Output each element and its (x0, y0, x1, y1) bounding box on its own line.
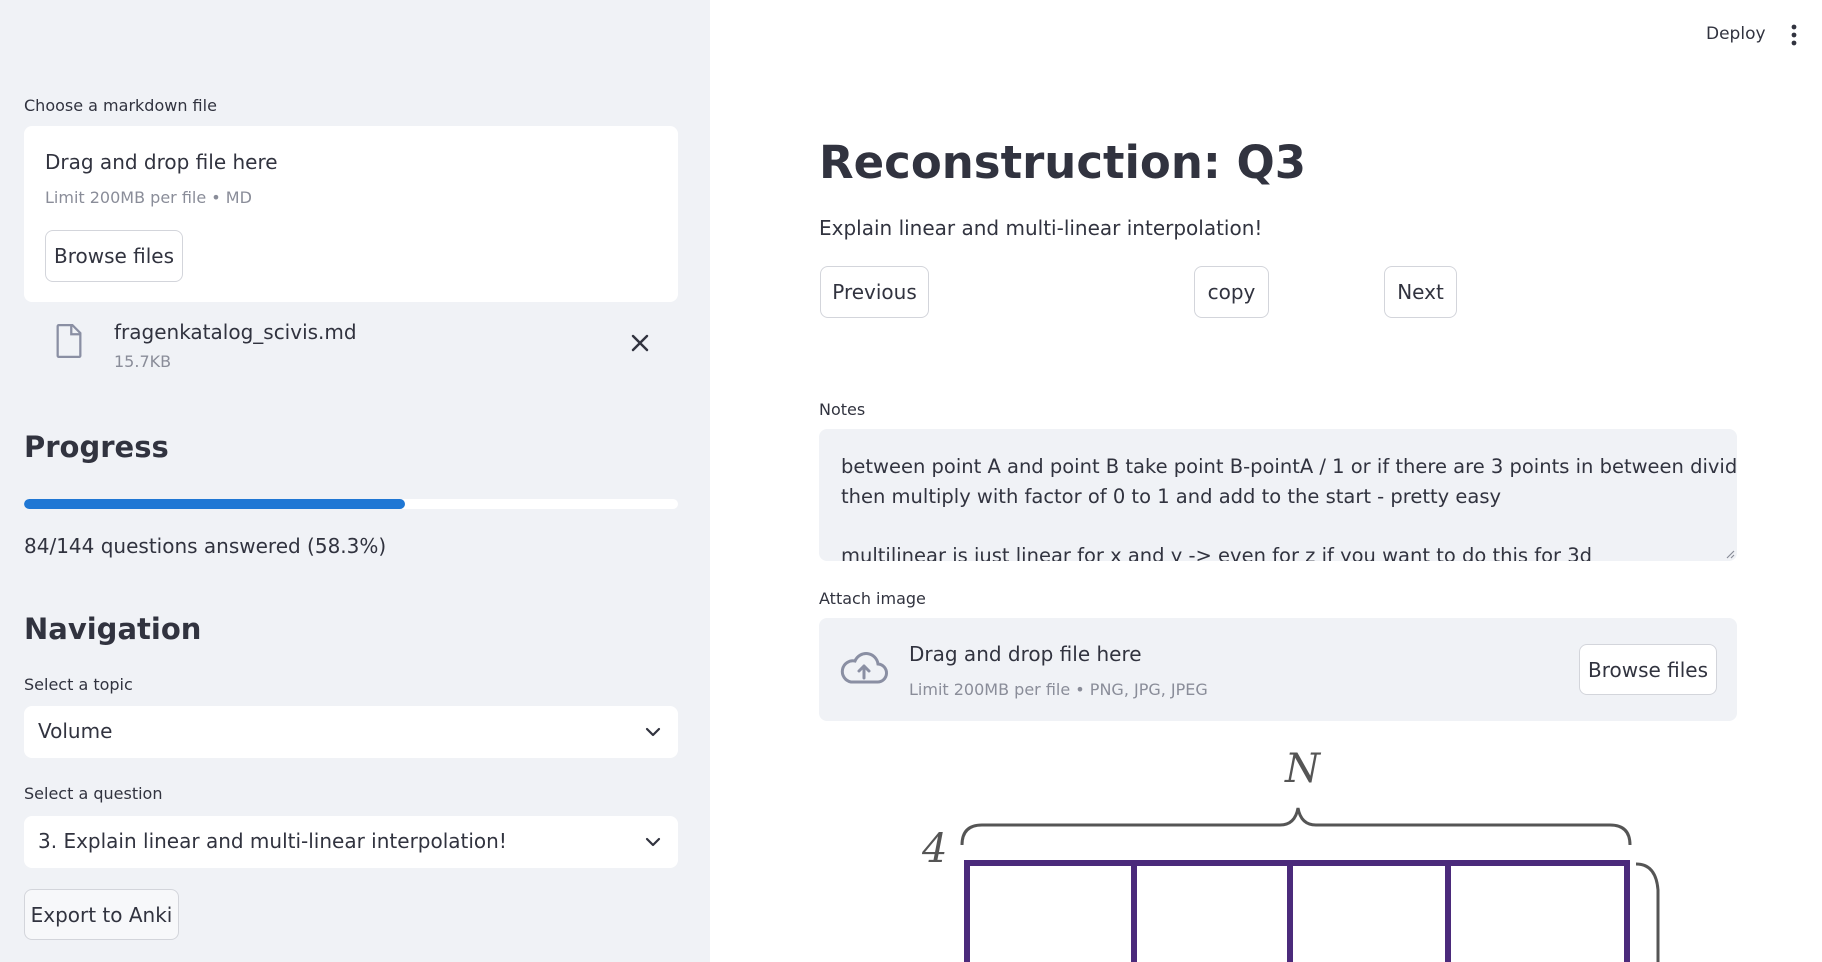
file-icon (56, 324, 82, 358)
close-icon[interactable] (629, 332, 651, 354)
page-title: Reconstruction: Q3 (819, 136, 1307, 189)
topic-select-value: Volume (38, 719, 113, 743)
progress-bar-fill (24, 499, 406, 509)
notes-line: multilinear is just linear for x and y -… (841, 544, 1593, 561)
topic-select-label: Select a topic (24, 675, 133, 694)
next-button[interactable]: Next (1384, 266, 1457, 318)
uploaded-file-row: fragenkatalog_scivis.md 15.7KB (24, 312, 678, 378)
previous-button[interactable]: Previous (820, 266, 929, 318)
dropzone-title: Drag and drop file here (45, 150, 278, 174)
markdown-dropzone[interactable]: Drag and drop file here Limit 200MB per … (24, 126, 678, 302)
deploy-button[interactable]: Deploy (1706, 24, 1766, 44)
uploaded-file-name: fragenkatalog_scivis.md (114, 320, 357, 344)
figure-label-4: 4 (921, 826, 947, 872)
question-select[interactable]: 3. Explain linear and multi-linear inter… (24, 816, 678, 868)
question-select-label: Select a question (24, 784, 163, 803)
topic-select[interactable]: Volume (24, 706, 678, 758)
notes-line: then multiply with factor of 0 to 1 and … (841, 485, 1502, 508)
cloud-upload-icon (840, 652, 888, 684)
notes-label: Notes (819, 400, 866, 419)
progress-heading: Progress (24, 430, 169, 464)
uploaded-file-size: 15.7KB (114, 352, 172, 371)
browse-files-button[interactable]: Browse files (45, 230, 183, 282)
chevron-down-icon (645, 837, 661, 847)
markdown-uploader-label: Choose a markdown file (24, 96, 217, 115)
sidebar: Choose a markdown file Drag and drop fil… (0, 0, 710, 962)
dropzone-title: Drag and drop file here (909, 642, 1142, 666)
progress-text: 84/144 questions answered (58.3%) (24, 534, 387, 558)
dropzone-limit: Limit 200MB per file • PNG, JPG, JPEG (909, 680, 1208, 699)
copy-button[interactable]: copy (1194, 266, 1269, 318)
browse-files-button[interactable]: Browse files (1579, 644, 1717, 695)
export-anki-button[interactable]: Export to Anki (24, 889, 179, 940)
resize-handle-icon[interactable] (1725, 549, 1735, 559)
question-text: Explain linear and multi-linear interpol… (819, 216, 1263, 240)
attach-image-label: Attach image (819, 589, 926, 608)
notes-line: between point A and point B take point B… (841, 455, 1737, 478)
kebab-menu-icon[interactable] (1790, 24, 1798, 46)
image-dropzone[interactable]: Drag and drop file here Limit 200MB per … (819, 618, 1737, 721)
navigation-heading: Navigation (24, 612, 202, 646)
dropzone-limit: Limit 200MB per file • MD (45, 188, 252, 207)
figure-label-n: N (1284, 746, 1322, 792)
progress-bar (24, 499, 678, 509)
chevron-down-icon (645, 727, 661, 737)
question-select-value: 3. Explain linear and multi-linear inter… (38, 829, 507, 853)
attached-image: N 4 (921, 746, 1660, 962)
notes-textarea[interactable]: between point A and point B take point B… (819, 429, 1737, 561)
